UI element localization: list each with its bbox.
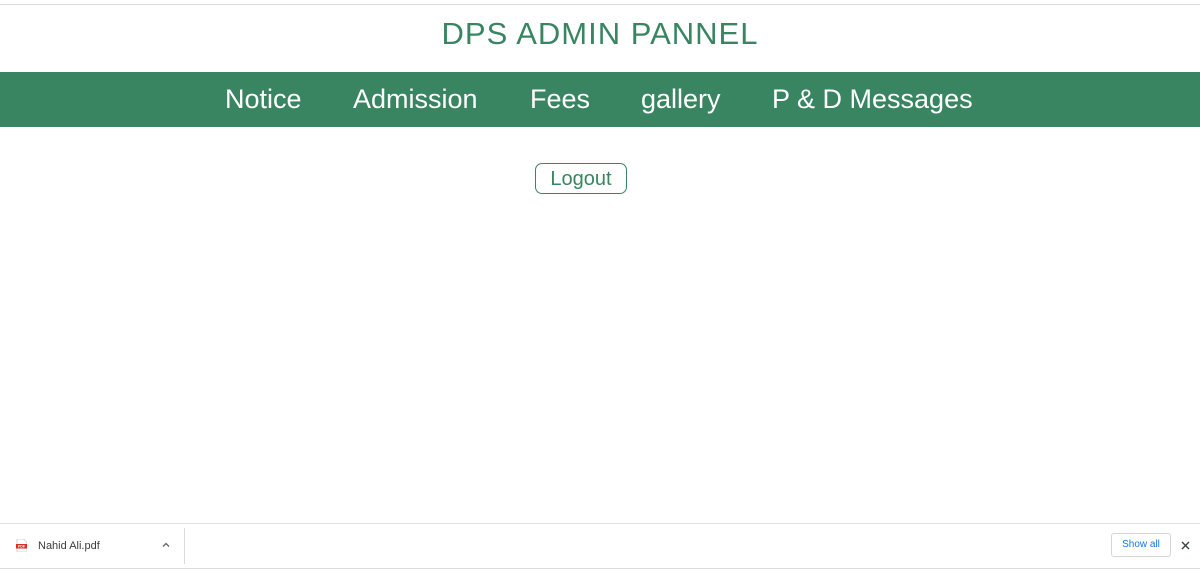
nav-item-pd-messages[interactable]: P & D Messages [772,72,973,127]
download-divider [184,528,185,564]
close-icon[interactable] [1180,540,1191,551]
main-navbar: Notice Admission Fees gallery P & D Mess… [0,72,1200,127]
nav-item-gallery[interactable]: gallery [641,72,721,127]
show-all-button[interactable]: Show all [1111,533,1171,557]
download-bar: PDF Nahid Ali.pdf Show all [0,523,1200,569]
page-title: DPS ADMIN PANNEL [441,16,759,51]
top-divider [0,4,1200,5]
nav-item-admission[interactable]: Admission [353,72,478,127]
admin-page: DPS ADMIN PANNEL Notice Admission Fees g… [0,0,1200,569]
download-file-name: Nahid Ali.pdf [38,540,100,552]
nav-item-fees[interactable]: Fees [530,72,590,127]
svg-text:PDF: PDF [18,545,26,549]
nav-item-notice[interactable]: Notice [225,72,302,127]
download-item[interactable]: PDF Nahid Ali.pdf [0,524,184,566]
logout-button[interactable]: Logout [535,163,627,194]
chevron-up-icon[interactable] [160,539,172,551]
pdf-file-icon: PDF [16,539,27,552]
